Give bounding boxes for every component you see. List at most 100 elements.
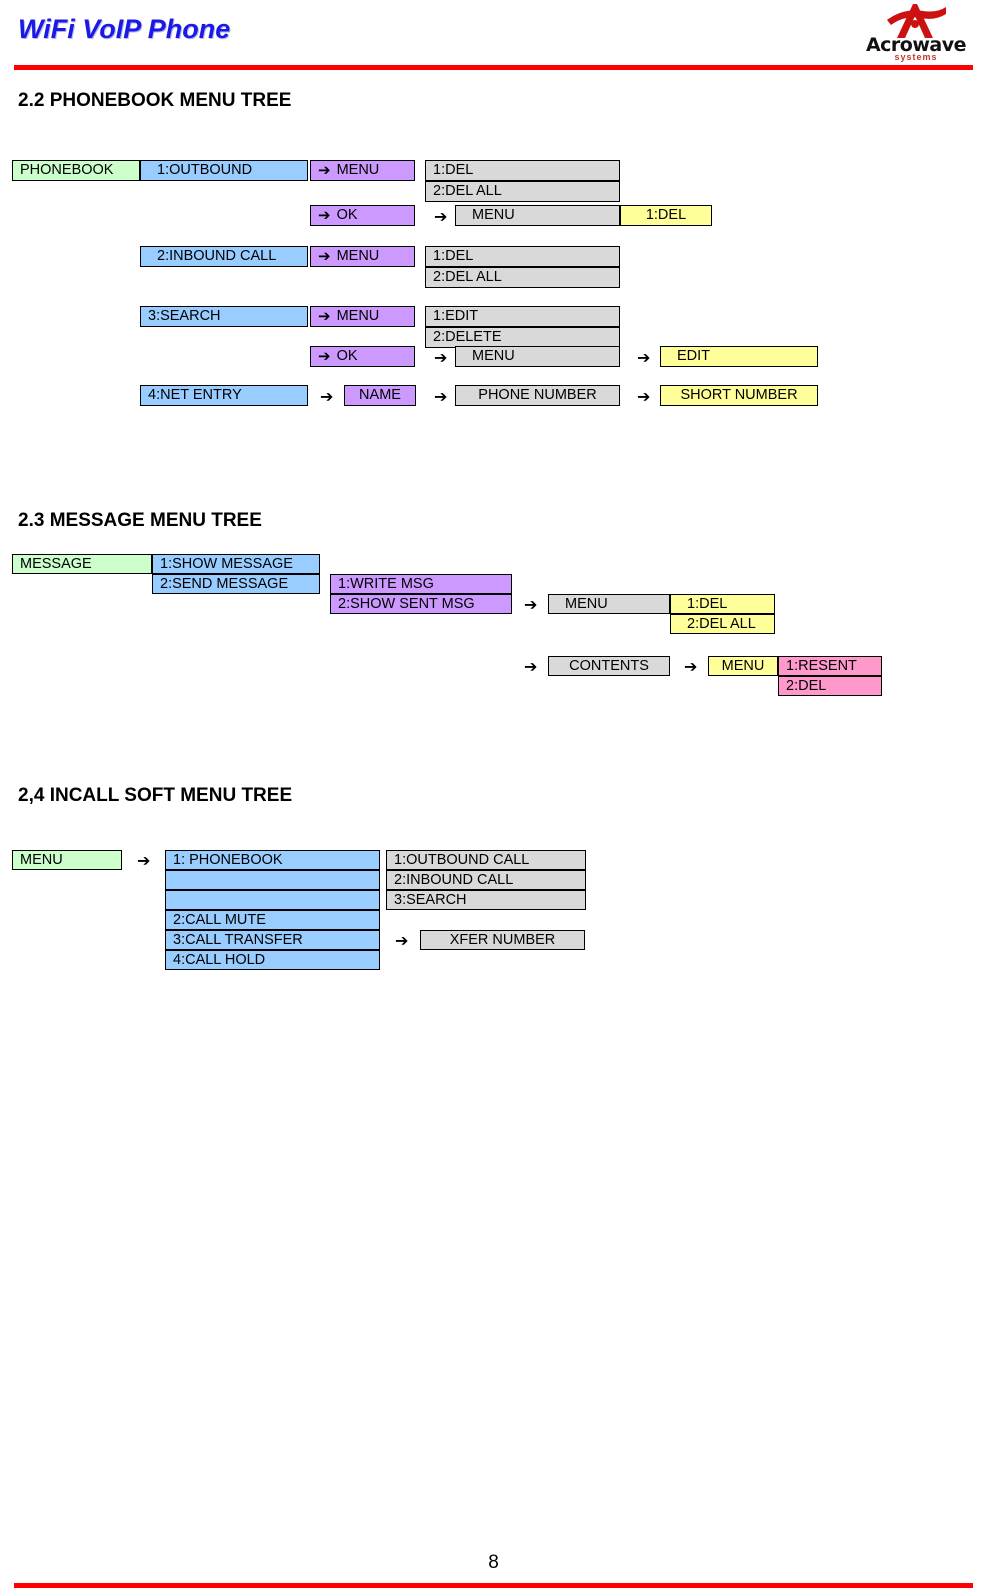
incall-xfer-number-box[interactable]: XFER NUMBER xyxy=(420,930,585,950)
phonebook-search-label: 3:SEARCH xyxy=(148,308,221,325)
section-heading-incall: 2,4 INCALL SOFT MENU TREE xyxy=(18,785,293,806)
message-root-box[interactable]: MESSAGE xyxy=(12,554,152,574)
message-send-box[interactable]: 2:SEND MESSAGE xyxy=(152,574,320,594)
arrow-icon: ➔ xyxy=(318,247,331,265)
arrow-icon: ➔ xyxy=(318,307,331,325)
arrow-icon-contents-menu: ➔ xyxy=(684,657,698,676)
phonebook-outbound-menu-item-1-label: 1:DEL xyxy=(433,162,474,179)
phonebook-net-entry-box[interactable]: 4:NET ENTRY xyxy=(140,385,308,406)
phonebook-inbound-menu-item-1[interactable]: 1:DEL xyxy=(425,246,620,267)
message-sent-menu-item-1[interactable]: 1:DEL xyxy=(670,594,775,614)
incall-phonebook-box[interactable]: 1: PHONEBOOK xyxy=(165,850,380,870)
incall-phonebook-subitem-3[interactable]: 3:SEARCH xyxy=(386,890,586,910)
phonebook-search-menu-item-1-label: 1:EDIT xyxy=(433,308,479,325)
phonebook-outbound-ok-menu-item-label: 1:DEL xyxy=(645,207,687,224)
phonebook-net-entry-name-box[interactable]: NAME xyxy=(344,385,416,406)
section-heading-message: 2.3 MESSAGE MENU TREE xyxy=(18,510,262,531)
incall-phonebook-subitem-1-label: 1:OUTBOUND CALL xyxy=(394,851,530,868)
phonebook-search-box[interactable]: 3:SEARCH xyxy=(140,306,308,327)
phonebook-net-entry-label: 4:NET ENTRY xyxy=(148,387,242,404)
phonebook-search-ok-box[interactable]: ➔ OK xyxy=(310,346,415,367)
message-contents-label: CONTENTS xyxy=(569,657,649,674)
phonebook-outbound-menu-item-2[interactable]: 2:DEL ALL xyxy=(425,181,620,202)
incall-xfer-number-label: XFER NUMBER xyxy=(449,931,556,948)
phonebook-search-menu-item-2[interactable]: 2:DELETE xyxy=(425,327,620,348)
message-contents-box[interactable]: CONTENTS xyxy=(548,656,670,676)
phonebook-net-entry-phone-box[interactable]: PHONE NUMBER xyxy=(455,385,620,406)
message-contents-menu-box[interactable]: MENU xyxy=(708,656,778,676)
message-sent-menu-item-2[interactable]: 2:DEL ALL xyxy=(670,614,775,634)
message-contents-menu-item-1[interactable]: 1:RESENT xyxy=(778,656,882,676)
phonebook-net-entry-name-label: NAME xyxy=(359,387,401,404)
phonebook-outbound-menu-label: MENU xyxy=(336,162,380,179)
phonebook-outbound-ok-menu-item[interactable]: 1:DEL xyxy=(620,205,712,226)
incall-call-hold-box[interactable]: 4:CALL HOLD xyxy=(165,950,380,970)
phonebook-inbound-menu-box[interactable]: ➔ MENU xyxy=(310,246,415,267)
header-divider xyxy=(14,65,973,70)
phonebook-search-ok-label: OK xyxy=(336,348,358,365)
phonebook-outbound-ok-label: OK xyxy=(336,207,358,224)
incall-root-label: MENU xyxy=(20,851,63,868)
phonebook-net-entry-phone-label: PHONE NUMBER xyxy=(478,387,597,404)
phonebook-root-box[interactable]: PHONEBOOK xyxy=(12,160,140,181)
incall-call-transfer-label: 3:CALL TRANSFER xyxy=(173,931,303,948)
page-header: WiFi VoIP Phone Acrowave systems xyxy=(0,0,987,70)
message-show-label: 1:SHOW MESSAGE xyxy=(160,555,293,572)
incall-phonebook-subitem-2[interactable]: 2:INBOUND CALL xyxy=(386,870,586,890)
message-root-label: MESSAGE xyxy=(20,555,92,572)
phonebook-search-edit-label: EDIT xyxy=(677,348,711,365)
message-show-box[interactable]: 1:SHOW MESSAGE xyxy=(152,554,320,574)
message-write-box[interactable]: 1:WRITE MSG xyxy=(330,574,512,594)
footer-divider xyxy=(14,1583,973,1588)
message-show-sent-label: 2:SHOW SENT MSG xyxy=(338,595,475,612)
message-sent-menu-item-1-label: 1:DEL xyxy=(687,595,728,612)
phonebook-outbound-box[interactable]: 1:OUTBOUND xyxy=(140,160,308,181)
arrow-icon-outbound-ok: ➔ xyxy=(434,207,448,226)
phonebook-inbound-menu-item-1-label: 1:DEL xyxy=(433,248,474,265)
section-heading-phonebook: 2.2 PHONEBOOK MENU TREE xyxy=(18,90,292,111)
phonebook-search-menu-item-1[interactable]: 1:EDIT xyxy=(425,306,620,327)
phonebook-outbound-menu-item-1[interactable]: 1:DEL xyxy=(425,160,620,181)
message-send-label: 2:SEND MESSAGE xyxy=(160,575,289,592)
phonebook-search-edit-box[interactable]: EDIT xyxy=(660,346,818,367)
arrow-icon-sent-menu: ➔ xyxy=(524,595,538,614)
phonebook-search-menu-label: MENU xyxy=(336,308,380,325)
phonebook-outbound-menu-box[interactable]: ➔ MENU xyxy=(310,160,415,181)
message-show-sent-box[interactable]: 2:SHOW SENT MSG xyxy=(330,594,512,614)
phonebook-outbound-menu-item-2-label: 2:DEL ALL xyxy=(433,183,502,200)
incall-phonebook-spacer-1 xyxy=(165,870,380,890)
phonebook-net-entry-short-box[interactable]: SHORT NUMBER xyxy=(660,385,818,406)
incall-phonebook-subitem-1[interactable]: 1:OUTBOUND CALL xyxy=(386,850,586,870)
message-sent-menu-box[interactable]: MENU xyxy=(548,594,670,614)
arrow-icon: ➔ xyxy=(318,347,331,365)
phonebook-search-menu-box[interactable]: ➔ MENU xyxy=(310,306,415,327)
page-number: 8 xyxy=(488,1552,499,1573)
phonebook-outbound-ok-box[interactable]: ➔ OK xyxy=(310,205,415,226)
phonebook-inbound-menu-item-2[interactable]: 2:DEL ALL xyxy=(425,267,620,288)
incall-call-transfer-box[interactable]: 3:CALL TRANSFER xyxy=(165,930,380,950)
phonebook-net-entry-short-label: SHORT NUMBER xyxy=(680,387,798,404)
phonebook-inbound-box[interactable]: 2:INBOUND CALL xyxy=(140,246,308,267)
phonebook-inbound-label: 2:INBOUND CALL xyxy=(157,248,277,265)
phonebook-outbound-ok-menu-box[interactable]: MENU xyxy=(455,205,620,226)
incall-phonebook-label: 1: PHONEBOOK xyxy=(173,851,283,868)
incall-root-box[interactable]: MENU xyxy=(12,850,122,870)
arrow-icon: ➔ xyxy=(318,161,331,179)
phonebook-inbound-menu-item-2-label: 2:DEL ALL xyxy=(433,269,502,286)
arrow-icon-contents: ➔ xyxy=(524,657,538,676)
incall-phonebook-subitem-3-label: 3:SEARCH xyxy=(394,891,467,908)
message-contents-menu-item-2[interactable]: 2:DEL xyxy=(778,676,882,696)
arrow-icon-incall-root: ➔ xyxy=(137,851,151,870)
incall-call-mute-box[interactable]: 2:CALL MUTE xyxy=(165,910,380,930)
message-contents-menu-item-2-label: 2:DEL xyxy=(786,677,827,694)
acrowave-logo: Acrowave systems xyxy=(855,2,977,64)
arrow-icon-call-transfer: ➔ xyxy=(395,931,409,950)
phonebook-outbound-ok-menu-label: MENU xyxy=(472,207,515,224)
phonebook-search-ok-menu-box[interactable]: MENU xyxy=(455,346,620,367)
logo-tagline: systems xyxy=(894,52,938,62)
message-contents-menu-label: MENU xyxy=(721,657,765,674)
arrow-icon-search-ok: ➔ xyxy=(434,348,448,367)
incall-call-hold-label: 4:CALL HOLD xyxy=(173,951,266,968)
phonebook-search-menu-item-2-label: 2:DELETE xyxy=(433,329,502,346)
phonebook-inbound-menu-label: MENU xyxy=(336,248,380,265)
